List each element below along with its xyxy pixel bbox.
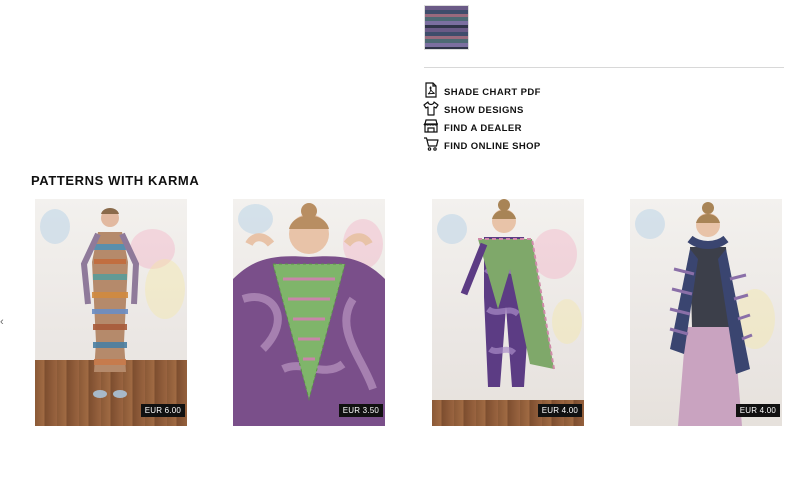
pattern-card-4[interactable]: EUR 4.00 — [630, 199, 782, 426]
shade-chart-pdf-link[interactable]: SHADE CHART PDF — [423, 81, 541, 101]
find-a-dealer-link[interactable]: FIND A DEALER — [423, 118, 541, 137]
show-designs-link[interactable]: SHOW DESIGNS — [423, 100, 541, 119]
price-tag: EUR 3.50 — [338, 404, 383, 417]
pattern-card-3[interactable]: EUR 4.00 — [432, 199, 584, 426]
find-online-shop-link[interactable]: FIND ONLINE SHOP — [423, 136, 541, 157]
shade-chart-pdf-label: SHADE CHART PDF — [444, 86, 541, 98]
model-image — [460, 199, 555, 387]
show-designs-label: SHOW DESIGNS — [444, 104, 524, 116]
price-tag: EUR 6.00 — [140, 404, 185, 417]
pattern-card-1[interactable]: EUR 6.00 — [35, 199, 187, 426]
price-tag: EUR 4.00 — [735, 404, 780, 417]
carousel-prev-arrow[interactable]: ‹ — [0, 316, 4, 328]
divider — [424, 67, 784, 68]
find-online-shop-label: FIND ONLINE SHOP — [444, 140, 541, 152]
pattern-card-2[interactable]: EUR 3.50 — [233, 199, 385, 426]
model-image — [80, 208, 140, 398]
price-tag: EUR 4.00 — [537, 404, 582, 417]
model-image — [233, 203, 385, 426]
cart-icon — [423, 136, 439, 157]
yarn-swatch-thumbnail[interactable] — [424, 5, 469, 50]
section-title: PATTERNS WITH KARMA — [31, 173, 200, 188]
model-image — [669, 202, 753, 426]
product-actions: SHADE CHART PDF SHOW DESIGNS FIND A DEAL… — [423, 81, 541, 157]
find-a-dealer-label: FIND A DEALER — [444, 122, 522, 134]
